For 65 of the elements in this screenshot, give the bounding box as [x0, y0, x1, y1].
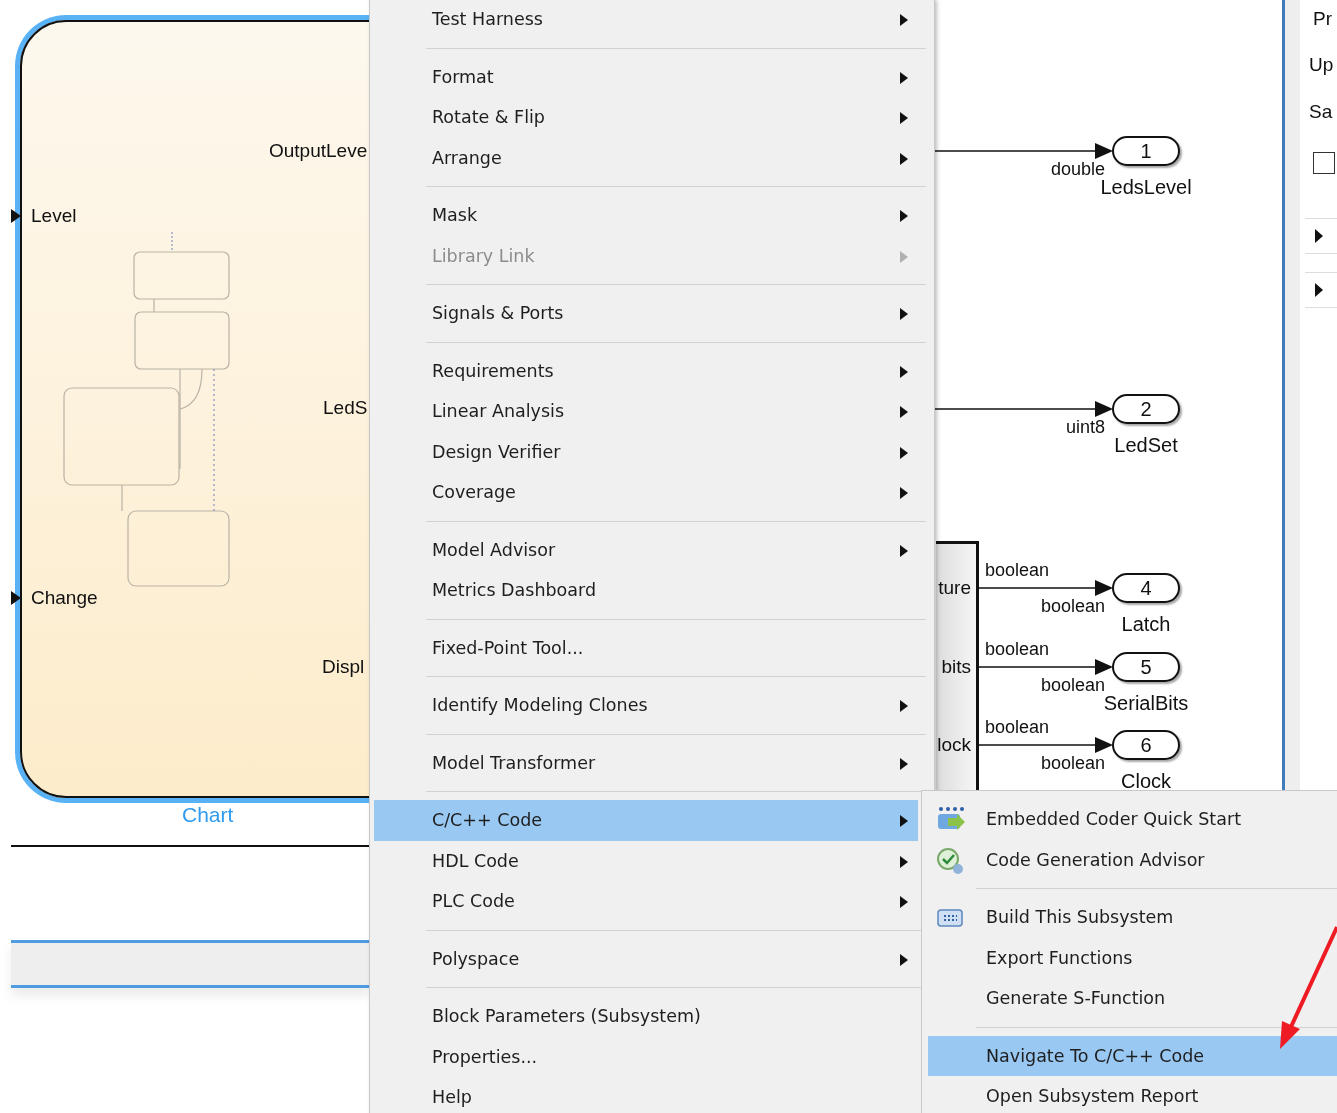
outport-name: Clock — [1121, 771, 1171, 791]
outport-block[interactable]: 2 — [1112, 394, 1180, 424]
checkbox[interactable] — [1313, 152, 1335, 174]
outport-name: LedSet — [1114, 435, 1178, 455]
block-name: Chart — [182, 804, 234, 825]
menu-item[interactable]: Test Harness — [374, 0, 918, 40]
menu-item[interactable]: Metrics Dashboard — [374, 570, 918, 611]
signal-type-label: boolean — [985, 561, 1050, 579]
menu-item[interactable]: Build This Subsystem — [928, 897, 1337, 938]
subsystem-port-label: ture — [938, 578, 971, 597]
menu-item[interactable]: PLC Code — [374, 881, 918, 922]
menu-item[interactable]: Code Generation Advisor — [928, 839, 1337, 880]
menu-item[interactable]: Mask — [374, 195, 918, 236]
menu-item[interactable]: Model Transformer — [374, 742, 918, 783]
check-badge-icon — [936, 846, 966, 875]
menu-item[interactable]: Fixed-Point Tool... — [374, 627, 918, 668]
menu-item[interactable]: Properties... — [374, 1036, 918, 1077]
menu-item[interactable]: Block Parameters (Subsystem) — [374, 996, 918, 1037]
signal-type-label: double — [1050, 160, 1105, 178]
menu-item[interactable]: Navigate To C/C++ Code — [928, 1035, 1337, 1076]
menu-item[interactable]: Format — [374, 56, 918, 97]
menu-item[interactable]: Rotate & Flip — [374, 97, 918, 138]
outport-block[interactable]: 1 — [1112, 136, 1180, 166]
signal-type-label: boolean — [1040, 597, 1105, 615]
menu-item[interactable]: Help — [374, 1077, 918, 1113]
signal-type-label: uint8 — [1065, 418, 1105, 436]
menu-item[interactable]: Open Subsystem Report — [928, 1076, 1337, 1113]
menu-item[interactable]: Design Verifier — [374, 431, 918, 472]
menu-item[interactable]: Linear Analysis — [374, 391, 918, 432]
outport-block[interactable]: 5 — [1112, 652, 1180, 682]
menu-item[interactable]: Export Functions — [928, 937, 1337, 978]
output-port-label: OutputLeve — [269, 141, 368, 160]
output-port-label: Displ — [322, 657, 365, 676]
scroll-bar[interactable] — [11, 940, 371, 988]
subsystem-port-label: bits — [941, 657, 971, 676]
menu-item[interactable]: Coverage — [374, 472, 918, 513]
input-port-label: Change — [31, 588, 98, 607]
signal-type-label: boolean — [1040, 754, 1105, 772]
menu-item[interactable]: Generate S-Function — [928, 978, 1337, 1019]
menu-item[interactable]: HDL Code — [374, 840, 918, 881]
outport-block[interactable]: 6 — [1112, 730, 1180, 760]
signal-type-label: boolean — [1040, 676, 1105, 694]
panel-label: Pr — [1313, 9, 1332, 28]
menu-item[interactable]: Polyspace — [374, 938, 918, 979]
expand-toggle[interactable] — [1313, 283, 1325, 297]
panel-label: Sa — [1309, 102, 1333, 121]
outport-block[interactable]: 4 — [1112, 573, 1180, 603]
menu-item[interactable]: Identify Modeling Clones — [374, 685, 918, 726]
expand-toggle[interactable] — [1313, 229, 1325, 243]
menu-item[interactable]: Embedded Coder Quick Start — [928, 799, 1337, 840]
menu-item[interactable]: Requirements — [374, 350, 918, 391]
menu-item[interactable]: Arrange — [374, 137, 918, 178]
menu-item[interactable]: Model Advisor — [374, 529, 918, 570]
menu-item[interactable]: C/C++ Code — [374, 800, 918, 841]
outport-name: Latch — [1121, 614, 1171, 634]
subsystem-block[interactable] — [936, 541, 979, 793]
menu-item[interactable]: Signals & Ports — [374, 293, 918, 334]
signal-type-label: boolean — [985, 718, 1050, 736]
panel-label: Up — [1309, 55, 1334, 74]
input-port-label: Level — [31, 206, 77, 225]
output-port-label: LedS — [323, 398, 368, 417]
signal-type-label: boolean — [985, 640, 1050, 658]
outport-name: LedsLevel — [1100, 177, 1192, 197]
outport-name: SerialBits — [1103, 693, 1189, 713]
subsystem-port-label: lock — [937, 735, 971, 754]
